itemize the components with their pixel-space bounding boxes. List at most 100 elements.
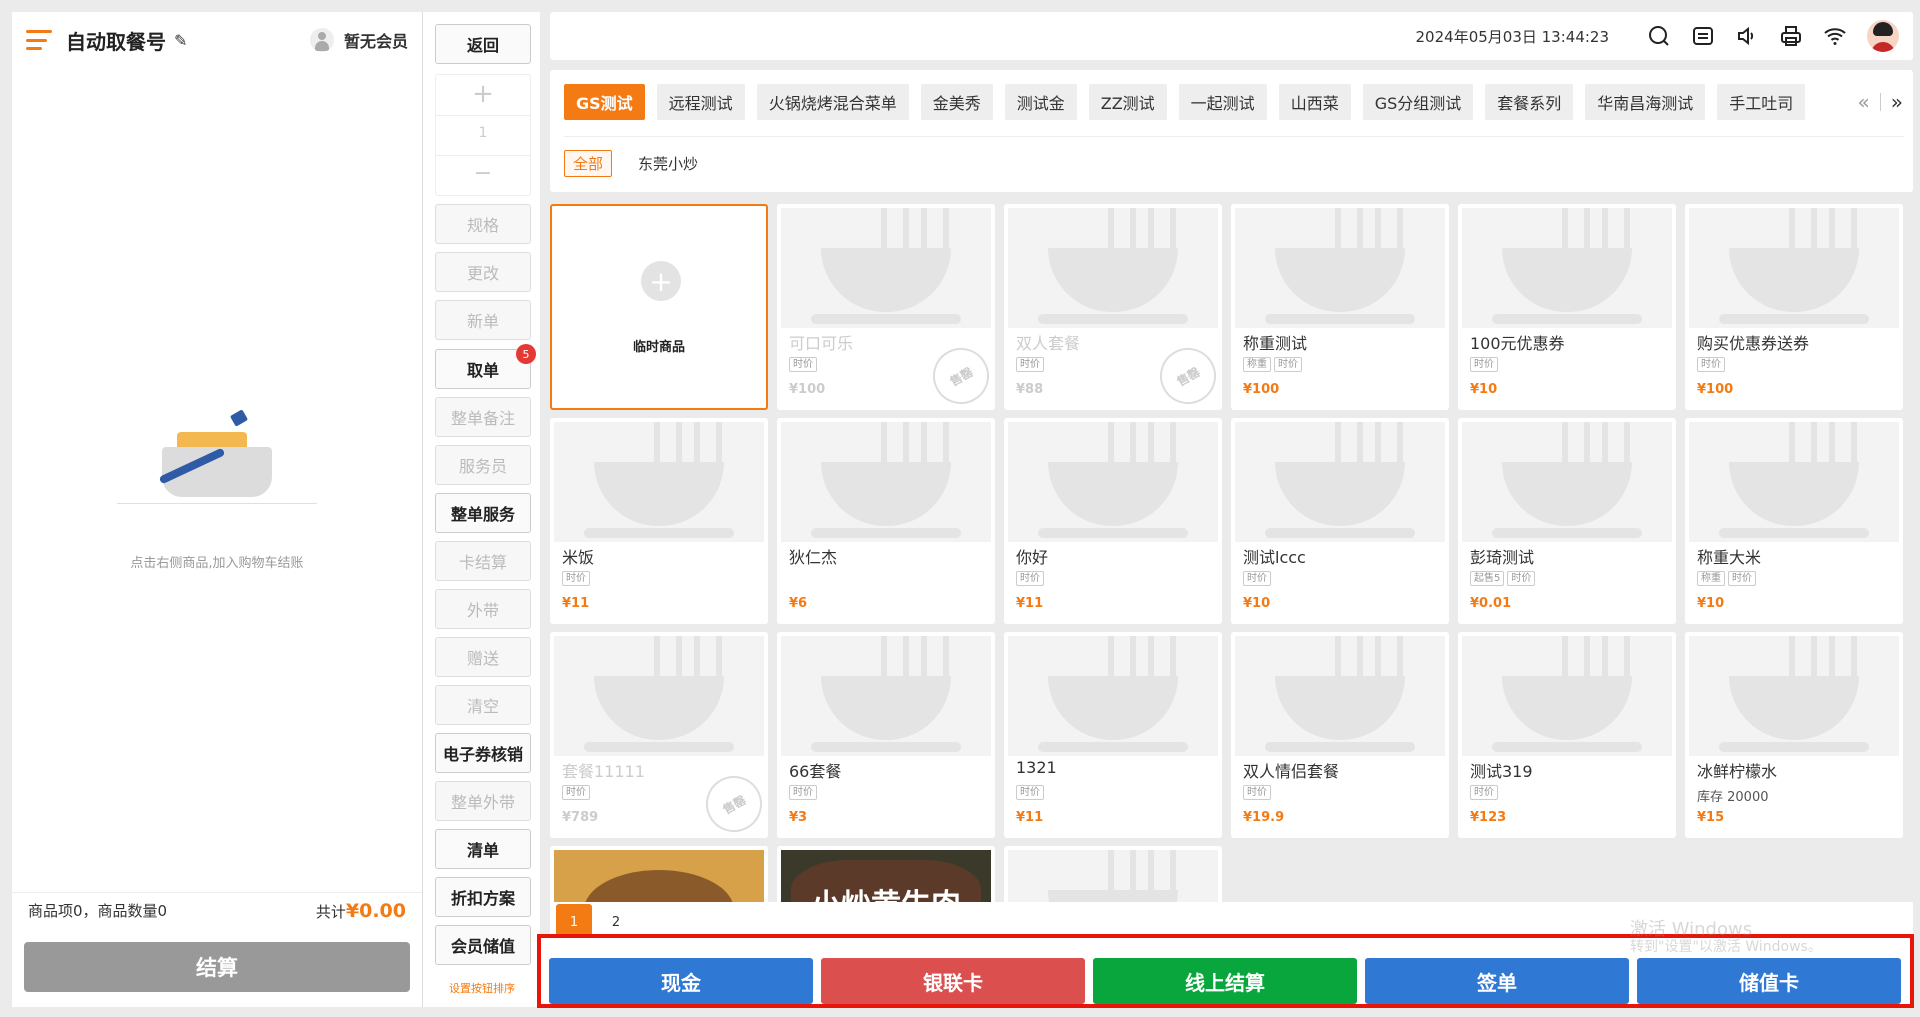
category-tab[interactable]: GS测试 bbox=[564, 84, 645, 120]
edit-icon[interactable]: ✎ bbox=[174, 31, 187, 50]
product-card[interactable]: 66套餐 时价 ¥3 bbox=[777, 632, 995, 838]
gift-button[interactable]: 赠送 bbox=[435, 637, 531, 677]
checkout-button[interactable]: 结算 bbox=[24, 942, 410, 992]
search-icon[interactable] bbox=[1647, 24, 1671, 48]
category-tab[interactable]: 远程测试 bbox=[656, 84, 745, 120]
speaker-icon[interactable] bbox=[1735, 24, 1759, 48]
waiter-button[interactable]: 服务员 bbox=[435, 445, 531, 485]
discount-button[interactable]: 折扣方案 bbox=[435, 877, 531, 917]
product-card[interactable] bbox=[550, 846, 768, 902]
payment-button[interactable]: 储值卡 bbox=[1637, 958, 1901, 1004]
category-tab[interactable]: 一起测试 bbox=[1178, 84, 1267, 120]
takeout-button[interactable]: 外带 bbox=[435, 589, 531, 629]
product-tag: 称重 bbox=[1243, 357, 1271, 372]
user-avatar[interactable] bbox=[1867, 20, 1899, 52]
payment-button[interactable]: 签单 bbox=[1365, 958, 1629, 1004]
product-card[interactable] bbox=[1004, 846, 1222, 902]
product-price: ¥11 bbox=[1016, 596, 1044, 611]
product-card[interactable]: 狄仁杰 ¥6 bbox=[777, 418, 995, 624]
category-next-button[interactable]: » bbox=[1881, 90, 1913, 114]
product-tag: 时价 bbox=[789, 357, 817, 372]
product-tags: 称重 时价 bbox=[1697, 571, 1759, 586]
product-image: 小炒黄牛肉 bbox=[781, 850, 991, 902]
clear-order-button[interactable]: 清单 bbox=[435, 829, 531, 869]
printer-icon[interactable] bbox=[1779, 24, 1803, 48]
modify-button[interactable]: 更改 bbox=[435, 252, 531, 292]
action-column: 返回 + 1 − 规格 更改 新单 取单 5 整单备注 服务员 整单服务 卡结算… bbox=[422, 12, 540, 1007]
order-service-button[interactable]: 整单服务 bbox=[435, 493, 531, 533]
payment-bar: 现金 银联卡 线上结算 签单 储值卡 bbox=[537, 934, 1914, 1008]
product-card[interactable]: 套餐11111 时价 ¥789 售罄 bbox=[550, 632, 768, 838]
product-image-placeholder bbox=[781, 422, 991, 542]
category-tab[interactable]: 华南昌海测试 bbox=[1585, 84, 1706, 120]
product-card[interactable]: 你好 时价 ¥11 bbox=[1004, 418, 1222, 624]
product-card[interactable]: 米饭 时价 ¥11 bbox=[550, 418, 768, 624]
wifi-icon[interactable] bbox=[1823, 24, 1847, 48]
category-tab[interactable]: GS分组测试 bbox=[1362, 84, 1474, 120]
product-card[interactable]: 称重测试 称重 时价 ¥100 bbox=[1231, 204, 1449, 410]
product-tags: 时价 bbox=[789, 785, 820, 800]
order-note-button[interactable]: 整单备注 bbox=[435, 397, 531, 437]
product-card[interactable]: 测试lccc 时价 ¥10 bbox=[1231, 418, 1449, 624]
product-card[interactable]: 小炒黄牛肉 bbox=[777, 846, 995, 902]
product-card[interactable]: 测试319 时价 ¥123 bbox=[1458, 632, 1676, 838]
subcategory-item[interactable]: 全部 bbox=[564, 150, 613, 177]
subcategory-list: 全部 东莞小炒 bbox=[564, 150, 724, 177]
product-card[interactable]: 冰鲜柠檬水 库存 20000 ¥15 bbox=[1685, 632, 1903, 838]
product-tags: 时价 bbox=[562, 785, 593, 800]
product-card[interactable]: 双人情侣套餐 时价 ¥19.9 bbox=[1231, 632, 1449, 838]
product-price: ¥11 bbox=[562, 596, 590, 611]
category-tab[interactable]: ZZ测试 bbox=[1088, 84, 1167, 120]
order-takeout-button[interactable]: 整单外带 bbox=[435, 781, 531, 821]
category-tab[interactable]: 手工吐司 bbox=[1717, 84, 1806, 120]
product-name: 100元优惠券 bbox=[1470, 334, 1565, 353]
message-icon[interactable] bbox=[1691, 24, 1715, 48]
take-order-button[interactable]: 取单 5 bbox=[435, 344, 536, 389]
cart-item-count: 商品项0，商品数量0 bbox=[28, 902, 168, 920]
product-tags: 称重 时价 bbox=[1243, 357, 1305, 372]
sort-buttons-link[interactable]: 设置按钮排序 bbox=[423, 980, 541, 996]
new-order-button[interactable]: 新单 bbox=[435, 300, 531, 340]
product-card[interactable]: 双人套餐 时价 ¥88 售罄 bbox=[1004, 204, 1222, 410]
product-card[interactable]: 称重大米 称重 时价 ¥10 bbox=[1685, 418, 1903, 624]
quantity-plus-button[interactable]: + bbox=[436, 79, 530, 109]
back-button[interactable]: 返回 bbox=[435, 24, 531, 64]
payment-button[interactable]: 现金 bbox=[549, 958, 813, 1004]
product-tag: 起售5 bbox=[1470, 571, 1505, 586]
member-selector[interactable]: 暂无会员 bbox=[309, 28, 408, 52]
product-card[interactable]: 100元优惠券 时价 ¥10 bbox=[1458, 204, 1676, 410]
payment-button[interactable]: 银联卡 bbox=[821, 958, 1085, 1004]
product-image-placeholder bbox=[1689, 422, 1899, 542]
product-price: ¥3 bbox=[789, 810, 808, 825]
temp-item-card[interactable]: + 临时商品 bbox=[550, 204, 768, 410]
product-name: 冰鲜柠檬水 bbox=[1697, 762, 1778, 781]
ecoupon-button[interactable]: 电子券核销 bbox=[435, 733, 531, 773]
clear-button[interactable]: 清空 bbox=[435, 685, 531, 725]
quantity-minus-button[interactable]: − bbox=[436, 161, 530, 186]
card-checkout-button[interactable]: 卡结算 bbox=[435, 541, 531, 581]
category-tab[interactable]: 金美秀 bbox=[920, 84, 993, 120]
category-tab[interactable]: 山西菜 bbox=[1278, 84, 1351, 120]
product-tag: 时价 bbox=[1507, 571, 1536, 586]
category-tab[interactable]: 测试金 bbox=[1004, 84, 1077, 120]
product-image-placeholder bbox=[554, 636, 764, 756]
category-prev-button[interactable]: « bbox=[1848, 90, 1880, 114]
product-price: ¥19.9 bbox=[1243, 810, 1285, 825]
category-tab[interactable]: 套餐系列 bbox=[1485, 84, 1574, 120]
menu-icon[interactable] bbox=[26, 30, 52, 50]
product-card[interactable]: 彭琦测试 起售5 时价 ¥0.01 bbox=[1458, 418, 1676, 624]
product-card[interactable]: 购买优惠券送券 时价 ¥100 bbox=[1685, 204, 1903, 410]
member-deposit-button[interactable]: 会员储值 bbox=[435, 925, 531, 965]
product-image-placeholder bbox=[554, 422, 764, 542]
temp-item-label: 临时商品 bbox=[632, 340, 685, 355]
spec-button[interactable]: 规格 bbox=[435, 204, 531, 244]
product-card[interactable]: 可口可乐 时价 ¥100 售罄 bbox=[777, 204, 995, 410]
quantity-stepper[interactable]: + 1 − bbox=[435, 74, 531, 196]
subcategory-item[interactable]: 东莞小炒 bbox=[630, 151, 706, 176]
product-price: ¥6 bbox=[789, 596, 808, 611]
quantity-value: 1 bbox=[478, 125, 488, 141]
product-card[interactable]: 1321 时价 ¥11 bbox=[1004, 632, 1222, 838]
category-tab[interactable]: 火锅烧烤混合菜单 bbox=[756, 84, 909, 120]
product-image-placeholder bbox=[781, 636, 991, 756]
payment-button[interactable]: 线上结算 bbox=[1093, 958, 1357, 1004]
